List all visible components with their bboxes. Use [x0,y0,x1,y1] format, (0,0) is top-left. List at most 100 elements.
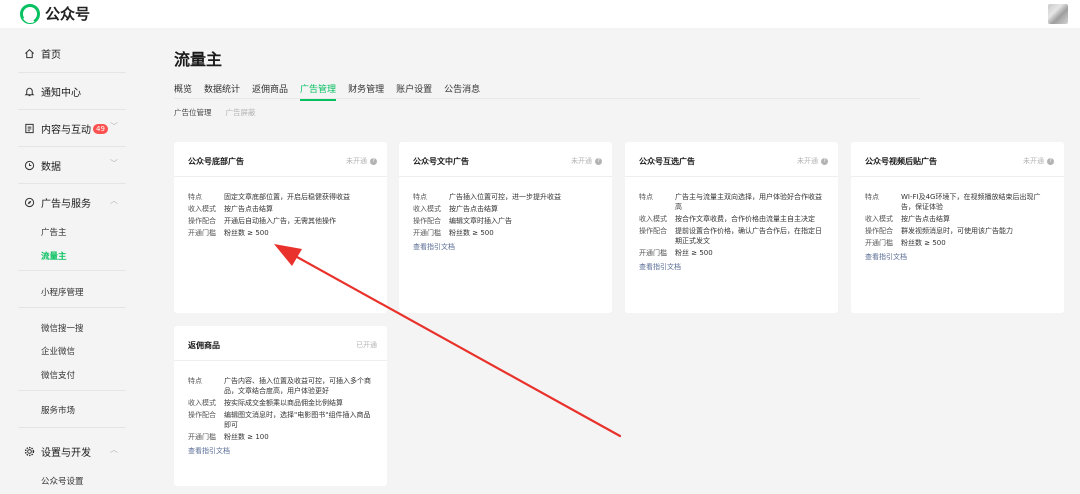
detail-label: 收入模式 [639,215,667,223]
brand[interactable]: 公众号 [20,3,90,24]
help-icon[interactable]: ? [370,157,377,165]
detail-value: 按广告点击结算 [901,215,950,223]
detail-value: 粉丝数 ≥ 500 [901,239,946,247]
detail-row: 开通门槛 粉丝 ≥ 500 [639,248,828,258]
avatar[interactable] [1048,4,1068,24]
divider [18,146,126,147]
divider [18,270,126,271]
clock-icon [24,160,35,171]
sidebar-item-label: 广告与服务 [41,199,91,210]
status-text: 未开通 [797,157,818,165]
card-details: 特点 固定文章底部位置，开启后稳健获得收益 收入模式 按广告点击结算 操作配合 开通后… [188,192,377,240]
sidebar-sub-wechat-search[interactable]: 微信搜一搜 [41,322,84,334]
subtab-bar: 广告位管理 广告屏蔽 [174,107,256,118]
home-icon [24,48,35,59]
detail-label: 开通门槛 [188,433,216,441]
guide-doc-link[interactable]: 查看指引文档 [639,262,828,272]
card-title: 返佣商品 [188,341,220,350]
sidebar-item-label: 内容与互动 [41,125,91,136]
help-icon[interactable]: ? [1047,157,1054,165]
sidebar-item-home[interactable]: 首页 [18,46,126,61]
detail-label: 收入模式 [865,215,893,223]
chevron-down-icon[interactable]: ﹀ [110,158,118,169]
sidebar-sub-wechat-pay[interactable]: 微信支付 [41,369,75,381]
guide-doc-link[interactable]: 查看指引文档 [865,252,1054,262]
sidebar-sub-account-settings[interactable]: 公众号设置 [41,475,84,487]
detail-row: 收入模式 按合作文章收费，合作价格由流量主自主决定 [639,214,828,224]
divider [18,72,126,73]
compass-icon [24,197,35,208]
divider [18,390,126,391]
detail-value: 按合作文章收费，合作价格由流量主自主决定 [675,215,815,223]
detail-row: 收入模式 按广告点击结算 [865,214,1054,224]
detail-row: 操作配合 编辑文章时插入广告 [413,216,602,226]
detail-value: 群发视频消息时，可使用该广告能力 [901,227,1013,235]
detail-value: 按广告点击结算 [224,205,273,213]
sidebar-item-content[interactable]: 内容与互动 49 ﹀ [18,121,126,136]
detail-label: 操作配合 [188,217,216,225]
subtab-ad-block[interactable]: 广告屏蔽 [226,107,256,118]
divider [174,360,387,361]
detail-label: 收入模式 [188,205,216,213]
guide-doc-link[interactable]: 查看指引文档 [413,242,602,252]
status-text: 未开通 [346,157,367,165]
subtab-ad-slot[interactable]: 广告位管理 [174,107,212,118]
sidebar-sub-service-market[interactable]: 服务市场 [41,404,75,416]
divider [399,176,612,177]
help-icon[interactable]: ? [595,157,602,165]
detail-value: WI-FI及4G环境下，在视频播放结束后出现广告，保证体验 [901,193,1041,211]
detail-label: 特点 [413,193,427,201]
detail-value: 粉丝数 ≥ 500 [449,229,494,237]
wechat-oa-logo-icon [20,3,40,24]
detail-label: 特点 [865,193,879,201]
chevron-up-icon[interactable]: ︿ [110,444,118,455]
card-title: 公众号底部广告 [188,157,244,166]
divider [174,176,387,177]
detail-value: 开通后自动插入广告，无需其他操作 [224,217,336,225]
card-status: 未开通 ? [346,156,377,166]
sidebar-sub-wecom[interactable]: 企业微信 [41,345,75,357]
detail-label: 操作配合 [865,227,893,235]
sidebar-sub-ad-host[interactable]: 广告主 [41,226,67,238]
chevron-down-icon[interactable]: ﹀ [110,121,118,132]
divider [18,183,126,184]
card-title: 公众号文中广告 [413,157,469,166]
detail-row: 开通门槛 粉丝数 ≥ 100 [188,432,377,442]
detail-value: 广告插入位置可控，进一步提升收益 [449,193,561,201]
detail-value: 广告主与流量主双向选择，用户体验好合作收益高 [675,193,822,211]
detail-value: 固定文章底部位置，开启后稳健获得收益 [224,193,350,201]
card-details: 特点 广告插入位置可控，进一步提升收益 收入模式 按广告点击结算 操作配合 编辑文章时… [413,192,602,252]
sidebar-item-ads-services[interactable]: 广告与服务 ︿ [18,195,126,210]
detail-row: 操作配合 提前设置合作价格，确认广告合作后，在指定日期正式发文 [639,226,828,246]
sidebar-sub-traffic-host[interactable]: 流量主 [41,250,67,262]
detail-row: 收入模式 按广告点击结算 [413,204,602,214]
divider [851,176,1064,177]
guide-doc-link[interactable]: 查看指引文档 [188,446,377,456]
chevron-up-icon[interactable]: ︿ [110,195,118,206]
detail-row: 收入模式 按广告点击结算 [188,204,377,214]
detail-label: 开通门槛 [639,249,667,257]
sidebar-sub-mini-program[interactable]: 小程序管理 [41,286,84,298]
detail-row: 开通门槛 粉丝数 ≥ 500 [188,228,377,238]
notification-badge: 49 [93,123,108,134]
detail-label: 开通门槛 [413,229,441,237]
detail-row: 特点 广告内容、插入位置及收益可控，可插入多个商品，文章结合度高，用户体验更好 [188,376,377,396]
card-details: 特点 广告主与流量主双向选择，用户体验好合作收益高 收入模式 按合作文章收费，合作价… [639,192,828,272]
detail-value: 广告内容、插入位置及收益可控，可插入多个商品，文章结合度高，用户体验更好 [224,377,371,395]
detail-row: 特点 固定文章底部位置，开启后稳健获得收益 [188,192,377,202]
sidebar-item-notifications[interactable]: 通知中心 [18,84,126,99]
detail-label: 操作配合 [413,217,441,225]
divider [18,427,126,428]
detail-row: 特点 广告主与流量主双向选择，用户体验好合作收益高 [639,192,828,212]
sidebar-item-settings-dev[interactable]: 设置与开发 ︿ [18,444,126,459]
card-status: 未开通 ? [1023,156,1054,166]
detail-label: 操作配合 [639,227,667,235]
status-text: 未开通 [571,157,592,165]
gear-icon [24,446,35,457]
detail-value: 按实际成交金额乘以商品佣金比例结算 [224,399,343,407]
help-icon[interactable]: ? [821,157,828,165]
sidebar-item-label: 首页 [41,50,61,61]
detail-label: 特点 [188,377,202,385]
sidebar-item-data[interactable]: 数据 ﹀ [18,158,126,173]
detail-label: 操作配合 [188,411,216,419]
